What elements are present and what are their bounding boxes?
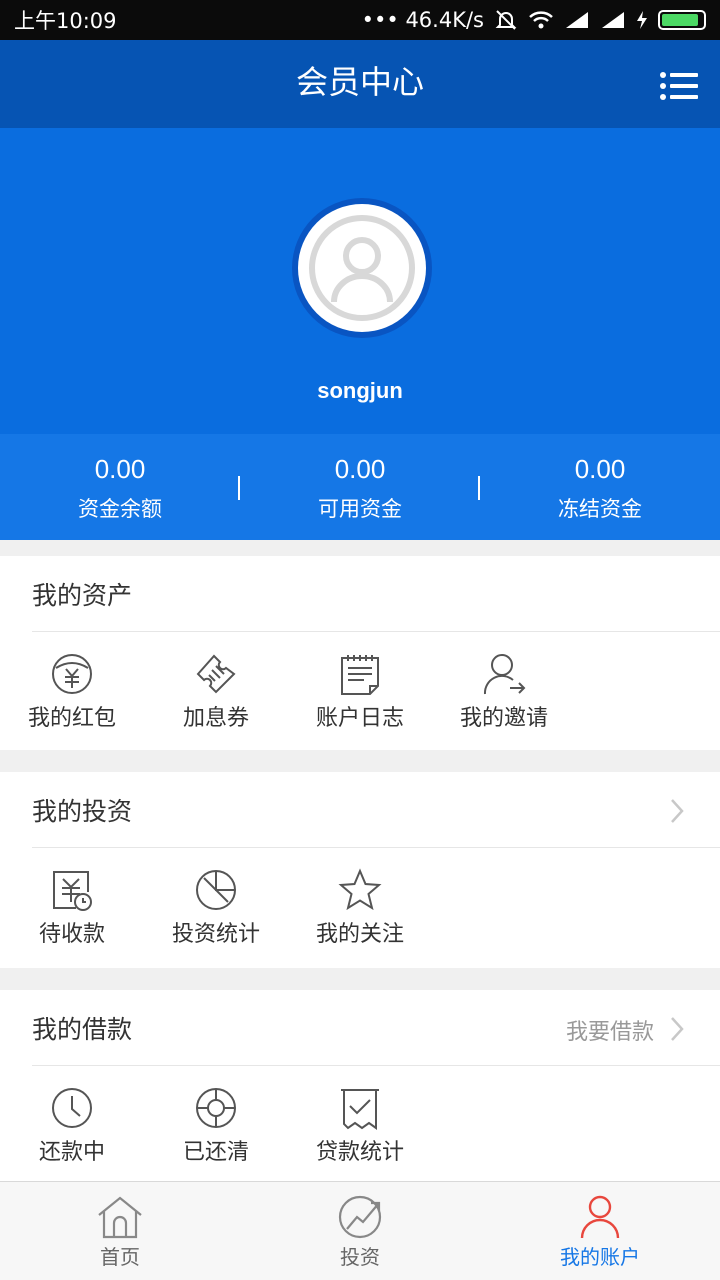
tab-my-account[interactable]: 我的账户 xyxy=(480,1182,720,1280)
item-repaid[interactable]: 已还清 xyxy=(144,1066,288,1184)
lifebuoy-icon xyxy=(196,1088,236,1128)
item-label: 已还清 xyxy=(182,1140,249,1165)
page-title: 会员中心 xyxy=(295,63,424,101)
section-title: 我的资产 xyxy=(32,581,133,610)
invite-user-icon xyxy=(483,654,526,695)
pending-receipt-icon xyxy=(53,871,92,911)
signal-icon-2 xyxy=(602,12,624,28)
item-label: 贷款统计 xyxy=(315,1140,404,1165)
balance-value: 0.00 xyxy=(334,454,386,484)
item-label: 待收款 xyxy=(38,922,105,947)
apply-loan-link[interactable]: 我要借款 xyxy=(566,1014,654,1046)
battery-icon xyxy=(658,10,706,30)
account-log-icon xyxy=(341,655,379,695)
section-title: 我的投资 xyxy=(32,797,133,826)
tab-label: 首页 xyxy=(100,1245,140,1269)
wifi-icon xyxy=(529,11,553,29)
item-investment-stats[interactable]: 投资统计 xyxy=(144,848,288,966)
coupon-icon xyxy=(196,654,236,694)
balance-available[interactable]: 0.00 可用资金 xyxy=(240,434,480,540)
tab-label: 投资 xyxy=(340,1245,380,1269)
chevron-right-icon[interactable] xyxy=(670,1016,684,1042)
balance-summary: 0.00 资金余额 0.00 可用资金 0.00 冻结资金 xyxy=(0,434,720,540)
item-label: 我的红包 xyxy=(27,706,116,731)
item-label: 加息券 xyxy=(182,706,249,731)
item-label: 我的邀请 xyxy=(459,706,548,731)
investments-header[interactable]: 我的投资 xyxy=(32,772,720,848)
list-menu-icon[interactable] xyxy=(660,72,698,100)
balance-label: 冻结资金 xyxy=(558,497,642,521)
item-coupon[interactable]: 加息券 xyxy=(144,632,288,750)
avatar[interactable] xyxy=(298,204,426,332)
red-envelope-icon xyxy=(52,654,92,694)
investments-section: 我的投资 待收款 投资统计 我的关注 xyxy=(0,772,720,968)
status-time: 上午10:09 xyxy=(14,9,117,33)
charging-icon xyxy=(637,11,647,29)
clock-icon xyxy=(52,1088,92,1128)
status-indicators: ••• 46.4K/s xyxy=(362,8,706,32)
loans-header: 我的借款 我要借款 xyxy=(32,990,720,1066)
item-label: 我的关注 xyxy=(315,922,404,947)
tab-home[interactable]: 首页 xyxy=(0,1182,240,1280)
network-speed: ••• 46.4K/s xyxy=(361,8,484,32)
section-title: 我的借款 xyxy=(32,1015,133,1044)
assets-header: 我的资产 xyxy=(32,556,720,632)
signal-icon xyxy=(566,12,588,28)
item-invite[interactable]: 我的邀请 xyxy=(432,632,576,750)
assets-section: 我的资产 我的红包 加息券 账户日志 我的邀请 xyxy=(0,556,720,750)
item-repaying[interactable]: 还款中 xyxy=(0,1066,144,1184)
tab-bar: 首页 投资 我的账户 xyxy=(0,1181,720,1280)
item-label: 还款中 xyxy=(38,1140,105,1165)
assets-grid: 我的红包 加息券 账户日志 我的邀请 xyxy=(0,632,720,750)
tab-invest[interactable]: 投资 xyxy=(240,1182,480,1280)
star-icon xyxy=(338,868,382,911)
home-icon xyxy=(98,1196,142,1239)
item-account-log[interactable]: 账户日志 xyxy=(288,632,432,750)
loan-stats-icon xyxy=(341,1089,379,1130)
status-bar: 上午10:09 ••• 46.4K/s xyxy=(0,0,720,40)
balance-value: 0.00 xyxy=(94,454,146,484)
user-icon xyxy=(580,1195,620,1239)
mute-bell-icon xyxy=(495,10,517,30)
username: songjun xyxy=(317,378,403,403)
item-label: 投资统计 xyxy=(171,922,260,947)
investments-grid: 待收款 投资统计 我的关注 xyxy=(0,848,720,966)
tab-label: 我的账户 xyxy=(560,1245,640,1269)
loans-section: 我的借款 我要借款 还款中 已还清 贷款统计 xyxy=(0,990,720,1181)
item-loan-stats[interactable]: 贷款统计 xyxy=(288,1066,432,1184)
balance-value: 0.00 xyxy=(574,454,626,484)
item-label: 账户日志 xyxy=(315,706,404,731)
balance-frozen[interactable]: 0.00 冻结资金 xyxy=(480,434,720,540)
balance-label: 资金余额 xyxy=(78,497,162,521)
invest-trend-icon xyxy=(338,1195,382,1239)
chevron-right-icon xyxy=(671,799,684,823)
avatar-ring xyxy=(292,198,432,338)
profile-header: songjun xyxy=(0,128,720,434)
balance-label: 可用资金 xyxy=(318,497,402,521)
default-avatar-icon xyxy=(309,215,415,321)
balance-total[interactable]: 0.00 资金余额 xyxy=(0,434,240,540)
item-watchlist[interactable]: 我的关注 xyxy=(288,848,432,966)
loans-grid: 还款中 已还清 贷款统计 xyxy=(0,1066,720,1184)
investment-stats-icon xyxy=(196,870,236,910)
item-pending-receipt[interactable]: 待收款 xyxy=(0,848,144,966)
item-red-envelope[interactable]: 我的红包 xyxy=(0,632,144,750)
nav-bar: 会员中心 xyxy=(0,40,720,128)
